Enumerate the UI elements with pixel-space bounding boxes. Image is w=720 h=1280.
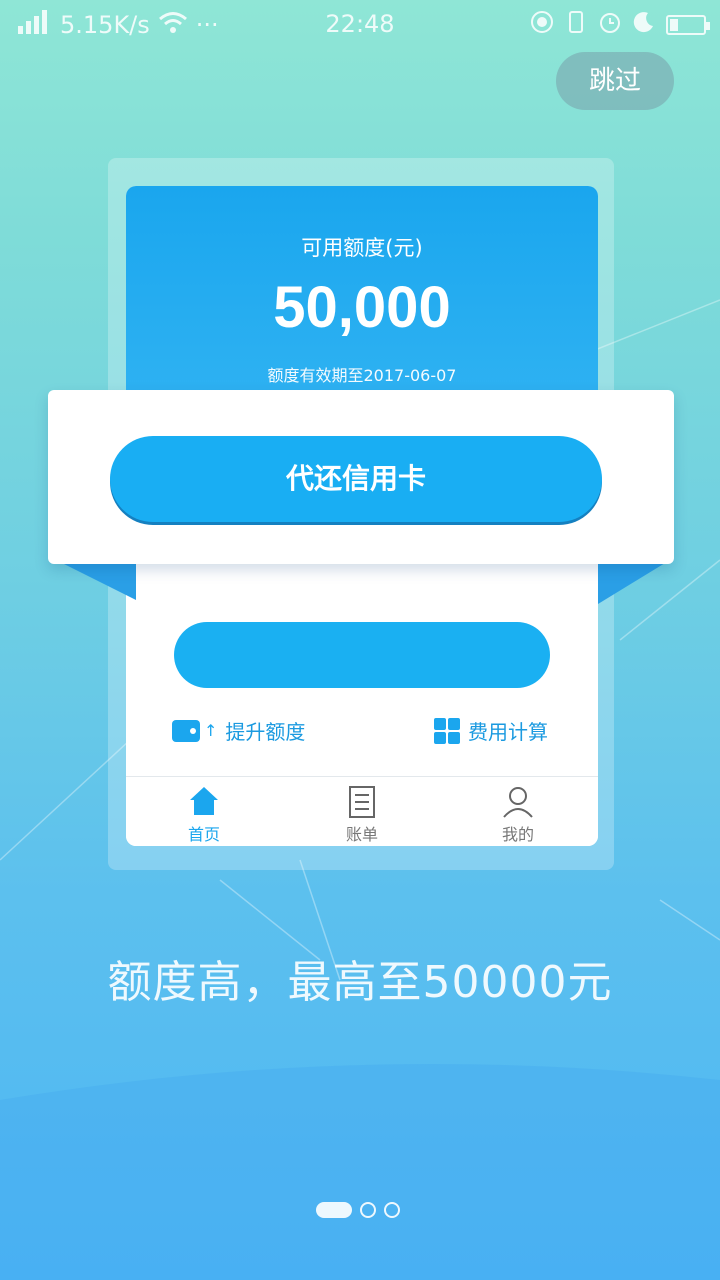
tab-home-label: 首页	[187, 825, 220, 844]
home-icon	[190, 787, 218, 815]
battery-icon	[666, 15, 710, 35]
credit-amount: 50,000	[273, 275, 451, 340]
page-dot[interactable]	[360, 1202, 376, 1218]
tab-bill: 账单	[312, 783, 412, 845]
wallet-icon	[172, 719, 200, 742]
moon-icon	[632, 10, 656, 40]
raise-limit-shortcut: ↑ 提升额度	[172, 716, 305, 745]
tab-bill-label: 账单	[345, 825, 378, 844]
bill-icon	[349, 786, 375, 818]
page-indicator	[316, 1202, 400, 1218]
shortcut-row: ↑ 提升额度 费用计算	[126, 716, 598, 756]
raise-limit-label: 提升额度	[225, 720, 306, 744]
vibrate-icon	[564, 10, 588, 40]
record-icon	[530, 10, 554, 40]
calculator-icon	[434, 717, 460, 744]
skip-button[interactable]: 跳过	[556, 52, 674, 110]
slogan: 额度高，最高至50000元	[107, 957, 613, 1008]
feature-highlight-panel: 代还信用卡	[48, 390, 674, 564]
tab-mine-label: 我的	[501, 825, 534, 844]
fee-calc-label: 费用计算	[468, 720, 548, 744]
user-icon	[503, 787, 533, 818]
credit-expiry: 额度有效期至2017-06-07	[267, 366, 457, 385]
tab-mine: 我的	[468, 783, 568, 845]
status-bar: 5.15K/s ··· 22:48	[0, 0, 720, 52]
repay-credit-card-button[interactable]: 代还信用卡	[110, 436, 602, 522]
arrow-up-icon: ↑	[204, 721, 218, 740]
credit-label: 可用额度(元)	[301, 236, 423, 260]
alarm-icon	[598, 10, 622, 40]
credit-header: 可用额度(元) 50,000 额度有效期至2017-06-07	[126, 186, 598, 406]
preview-tab-bar: 首页 账单 我的	[126, 776, 598, 846]
page-dot-active[interactable]	[316, 1202, 352, 1218]
page-dot[interactable]	[384, 1202, 400, 1218]
tab-home: 首页	[154, 783, 254, 845]
preview-action-button	[174, 622, 550, 688]
fee-calc-shortcut: 费用计算	[434, 716, 548, 745]
